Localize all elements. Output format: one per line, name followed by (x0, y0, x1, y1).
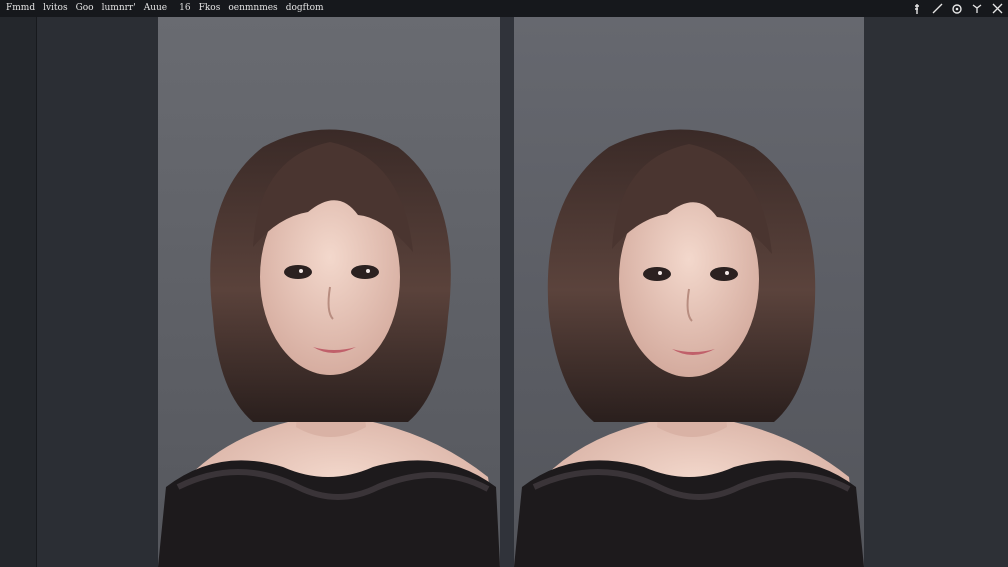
pin-icon[interactable] (910, 2, 924, 16)
menu-item-7[interactable]: Fkos (199, 0, 221, 17)
menu-item-2[interactable]: lvitos (43, 0, 68, 17)
left-toolbar (0, 17, 37, 567)
menu-item-3[interactable]: Goo (76, 0, 94, 17)
image-panel-left[interactable] (158, 17, 500, 567)
image-editor-window: Fmmd lvitos Goo lumnrr' Auue 16 Fkos oen… (0, 0, 1008, 567)
portrait-image-right (514, 129, 864, 567)
chevron-down-icon[interactable] (970, 2, 984, 16)
menu-items: Fmmd lvitos Goo lumnrr' Auue 16 Fkos oen… (0, 0, 332, 17)
portrait-image-left (158, 129, 500, 567)
menu-bar: Fmmd lvitos Goo lumnrr' Auue 16 Fkos oen… (0, 0, 1008, 17)
settings-icon[interactable] (950, 2, 964, 16)
toolbar-icons (910, 0, 1004, 17)
image-panel-right[interactable] (514, 17, 864, 567)
close-icon[interactable] (990, 2, 1004, 16)
split-divider[interactable] (500, 17, 514, 567)
menu-item-9[interactable]: dogftom (286, 0, 324, 17)
menu-item-8[interactable]: oenmnmes (228, 0, 277, 17)
menu-item-5[interactable]: Auue (144, 0, 167, 17)
menu-item-1[interactable]: Fmmd (6, 0, 35, 17)
menu-item-6[interactable]: 16 (179, 0, 190, 17)
menu-item-4[interactable]: lumnrr' (102, 0, 136, 17)
left-panel (37, 17, 158, 567)
right-panel (864, 17, 1008, 567)
pen-icon[interactable] (930, 2, 944, 16)
